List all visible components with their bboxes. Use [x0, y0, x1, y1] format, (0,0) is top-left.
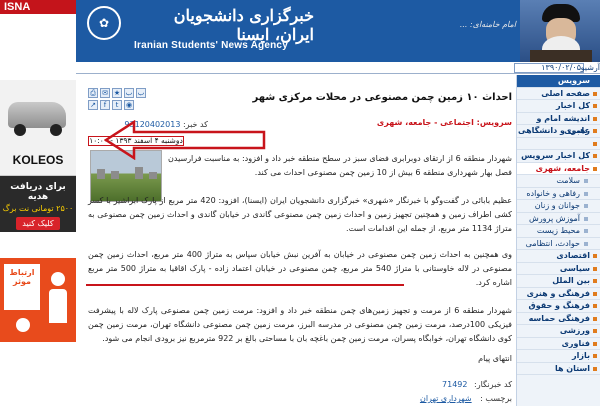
- mobile-ad-line1: برای دریافت هدیه: [10, 182, 66, 202]
- font-size-icon[interactable]: ب: [124, 88, 134, 98]
- car-wheel: [50, 124, 62, 136]
- sidebar-item[interactable]: صفحه اصلی: [517, 88, 600, 100]
- sidebar-item[interactable]: جامعه، شهری: [517, 162, 600, 175]
- article-paragraph-1: عظیم بابائی در گفت‌وگو با خبرنگار «شهری»…: [88, 196, 513, 233]
- rss-icon[interactable]: ◉: [124, 100, 134, 110]
- print-icon[interactable]: ⎙: [88, 88, 98, 98]
- share-icon[interactable]: ↗: [88, 100, 98, 110]
- site-title-en: Iranian Students' News Agency: [134, 40, 288, 51]
- sidebar-item[interactable]: فناوری: [517, 338, 600, 350]
- person-figure-icon: [48, 272, 68, 328]
- mobile-ad-banner[interactable]: برای دریافت هدیه ۲۵۰۰ تومانی نت برگ کلیک…: [0, 176, 76, 232]
- ad-column: ISNA KOLEOS برای دریافت هدیه ۲۵۰۰ تومانی…: [0, 0, 76, 406]
- date-field[interactable]: ۱۳۹۰/۰۲/۰۵: [514, 63, 584, 73]
- isna-ad-badge[interactable]: ISNA: [0, 0, 76, 14]
- sidebar-item[interactable]: حوادث، انتظامی: [517, 238, 600, 250]
- red-arrow-annotation: [104, 120, 266, 160]
- article-tags: برچسب : شهرداری تهران: [88, 394, 512, 403]
- site-title-fa: خبرگزاری دانشجویان ایران، ایسنا: [173, 6, 314, 44]
- tags-label: برچسب :: [480, 394, 512, 403]
- sidebar-item[interactable]: بازار: [517, 350, 600, 363]
- mobile-ad-line2: ۲۵۰۰ تومانی نت برگ: [2, 204, 74, 213]
- header-quote: امام خامنه‌ای: ...: [459, 20, 516, 29]
- article-headline: احداث ۱۰ زمین چمن مصنوعی در محلات مرکزی …: [252, 92, 512, 103]
- sidebar-item[interactable]: جوانان و زنان: [517, 200, 600, 213]
- sidebar-item[interactable]: رفاهی و خانواده: [517, 188, 600, 200]
- reporter-code-value: 71492: [442, 380, 468, 389]
- sidebar-item[interactable]: استان ها: [517, 363, 600, 375]
- article-paragraph-3: شهردار منطقه 6 از مرمت و تجهیز زمین‌های …: [88, 306, 513, 343]
- isna-logo[interactable]: ✿: [80, 2, 128, 58]
- sidebar-item[interactable]: فرهنگی و هنری: [517, 288, 600, 300]
- sidebar-item[interactable]: اندیشه امام و رهبری: [517, 113, 600, 135]
- end-of-message: انتهای پیام: [478, 354, 512, 363]
- ball-icon: [16, 318, 30, 332]
- sidebar-item[interactable]: ورزشی: [517, 325, 600, 338]
- car-wheel: [14, 124, 26, 136]
- sidebar-item[interactable]: محیط زیست: [517, 225, 600, 238]
- tag-link[interactable]: شهرداری تهران: [420, 394, 472, 403]
- sidebar-item[interactable]: فرهنگ و حقوق: [517, 300, 600, 313]
- leader-portrait: [520, 0, 600, 62]
- facebook-icon[interactable]: f: [100, 100, 110, 110]
- email-icon[interactable]: ✉: [100, 88, 110, 98]
- car-ad-label: KOLEOS: [12, 153, 64, 167]
- archive-link[interactable]: آرشیو: [581, 63, 600, 72]
- mobile-ad-cta-button[interactable]: کلیک کنید: [16, 217, 60, 230]
- sidebar-item[interactable]: آموزش پرورش: [517, 213, 600, 225]
- sidebar-nav: سرویس صفحه اصلی کل اخبار اندیشه امام و رهبر…: [516, 75, 600, 406]
- orange-ad-text: ارتباط موثر: [4, 264, 40, 310]
- isna-emblem-icon: ✿: [87, 6, 121, 40]
- sidebar-item[interactable]: کل اخبار: [517, 100, 600, 113]
- sidebar-item[interactable]: [517, 138, 600, 150]
- font-size-small-icon[interactable]: ب: [136, 88, 146, 98]
- sidebar-item[interactable]: سرویس: [517, 75, 600, 88]
- service-label[interactable]: سرویس: اجتماعی - جامعه، شهری: [252, 118, 512, 127]
- reporter-code: کد خبرنگار: 71492: [88, 380, 512, 389]
- sidebar-item[interactable]: سیاسی: [517, 263, 600, 275]
- bookmark-icon[interactable]: ★: [112, 88, 122, 98]
- sidebar-item[interactable]: سلامت: [517, 175, 600, 188]
- article-toolbar: ⎙ ✉ ★ ب ب ↗ f t ◉: [88, 88, 172, 112]
- sidebar-item[interactable]: کل اخبار سرویس: [517, 150, 600, 163]
- twitter-icon[interactable]: t: [112, 100, 122, 110]
- car-ad-banner[interactable]: KOLEOS: [0, 80, 76, 176]
- site-header: ✿ خبرگزاری دانشجویان ایران، ایسنا Irania…: [76, 0, 600, 62]
- top-bar: ۱۳۹۰/۰۲/۰۵ آرشیو: [76, 62, 600, 74]
- sidebar-item[interactable]: بین الملل: [517, 275, 600, 288]
- highlight-underline: [86, 284, 404, 286]
- sidebar-item[interactable]: فرهنگی حماسه: [517, 313, 600, 325]
- sidebar-item[interactable]: اقتصادی: [517, 250, 600, 263]
- sidebar-item[interactable]: علمی و دانشگاهی: [517, 125, 600, 138]
- reporter-code-label: کد خبرنگار:: [474, 380, 512, 389]
- orange-ad-banner[interactable]: ارتباط موثر: [0, 258, 76, 342]
